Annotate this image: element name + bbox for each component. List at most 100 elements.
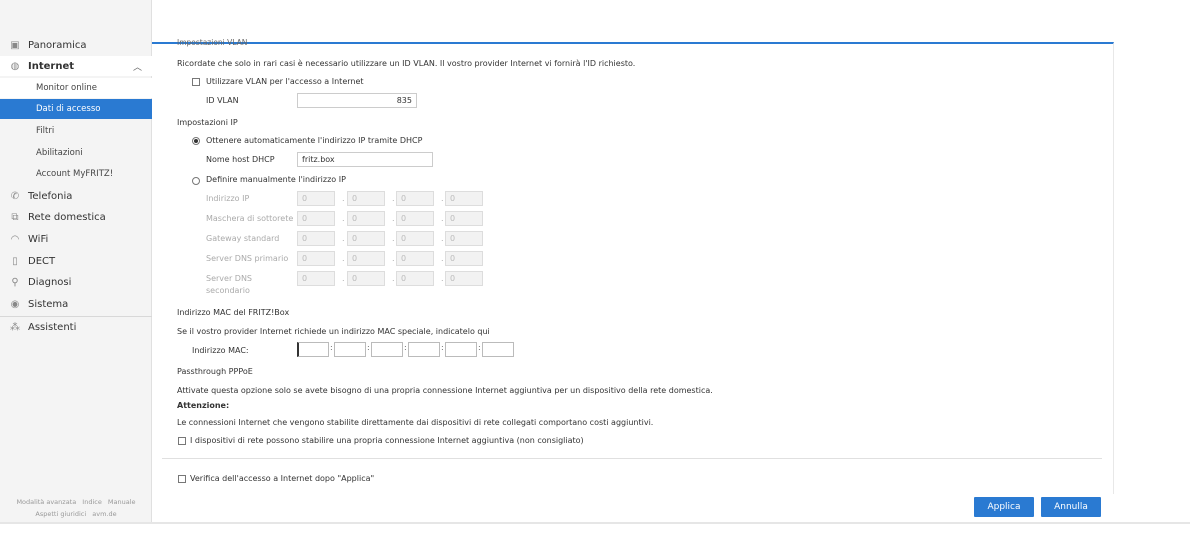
footer-link-index[interactable]: Indice — [82, 498, 102, 506]
sidebar-item-diagnosi[interactable]: ⚲ Diagnosi — [0, 272, 152, 292]
dhcp-auto-label: Ottenere automaticamente l'indirizzo IP … — [206, 136, 423, 145]
ip-row-label: Indirizzo IP — [206, 194, 250, 203]
ip-row-label: Server DNS — [206, 274, 252, 283]
footer-link-advanced[interactable]: Modalità avanzata — [16, 498, 76, 506]
sidebar-item-internet[interactable]: ◍ Internet ︿ — [0, 56, 152, 76]
octet-input[interactable]: 0 — [445, 271, 483, 286]
ip-heading: Impostazioni IP — [177, 118, 238, 127]
pppoe-checkbox-label: I dispositivi di rete possono stabilire … — [190, 436, 584, 445]
octet-input[interactable]: 0 — [297, 191, 335, 206]
sidebar-item-label: Dati di accesso — [36, 104, 101, 114]
wifi-icon: ◠ — [10, 233, 20, 245]
octet-input[interactable]: 0 — [445, 231, 483, 246]
mac-heading: Indirizzo MAC del FRITZ!Box — [177, 308, 290, 317]
mac-separator: : — [441, 343, 444, 352]
verify-checkbox[interactable] — [178, 475, 186, 483]
octet-dot: . — [392, 254, 395, 263]
pppoe-checkbox[interactable] — [178, 437, 186, 445]
octet-input[interactable]: 0 — [347, 231, 385, 246]
sidebar-item-label: Sistema — [28, 298, 69, 310]
vlan-id-input[interactable]: 835 — [297, 93, 417, 108]
globe-icon: ◍ — [10, 60, 20, 72]
apply-button[interactable]: Applica — [974, 497, 1034, 517]
octet-dot: . — [441, 234, 444, 243]
mac-octet-input[interactable] — [408, 342, 440, 357]
vlan-checkbox-label: Utilizzare VLAN per l'accesso a Internet — [206, 77, 364, 86]
mac-label: Indirizzo MAC: — [192, 346, 249, 355]
octet-input[interactable]: 0 — [347, 191, 385, 206]
sidebar-item-wifi[interactable]: ◠ WiFi — [0, 229, 152, 249]
mac-octet-input[interactable] — [482, 342, 514, 357]
octet-input[interactable]: 0 — [396, 211, 434, 226]
vlan-id-label: ID VLAN — [206, 96, 239, 105]
phone-icon: ✆ — [10, 190, 20, 202]
footer-link-site[interactable]: avm.de — [92, 510, 116, 518]
sidebar-item-label: WiFi — [28, 233, 49, 245]
mac-octet-input[interactable] — [297, 342, 329, 357]
section-divider — [162, 458, 1102, 459]
pppoe-warning-title: Attenzione: — [177, 401, 230, 410]
octet-input[interactable]: 0 — [445, 251, 483, 266]
octet-input[interactable]: 0 — [396, 231, 434, 246]
octet-input[interactable]: 0 — [347, 271, 385, 286]
octet-input[interactable]: 0 — [297, 231, 335, 246]
sidebar-footer: Modalità avanzata Indice Manuale Aspetti… — [0, 496, 152, 520]
dhcp-host-input[interactable]: fritz.box — [297, 152, 433, 167]
octet-dot: . — [441, 214, 444, 223]
mac-separator: : — [367, 343, 370, 352]
mac-octet-input[interactable] — [445, 342, 477, 357]
octet-input[interactable]: 0 — [347, 211, 385, 226]
octet-dot: . — [441, 274, 444, 283]
sidebar-item-filtri[interactable]: Filtri — [0, 121, 152, 141]
vlan-note: Ricordate che solo in rari casi è necess… — [177, 59, 636, 68]
mac-octet-input[interactable] — [371, 342, 403, 357]
content-panel: Impostazioni VLAN Ricordate che solo in … — [152, 38, 1114, 494]
vlan-checkbox[interactable] — [192, 78, 200, 86]
overview-icon: ▣ — [10, 39, 20, 51]
vlan-heading: Impostazioni VLAN — [177, 38, 248, 47]
manual-ip-label: Definire manualmente l'indirizzo IP — [206, 175, 346, 184]
sidebar-item-sistema[interactable]: ◉ Sistema — [0, 294, 152, 314]
pppoe-note: Attivate questa opzione solo se avete bi… — [177, 386, 713, 395]
sidebar-item-assistenti[interactable]: ⁂ Assistenti — [0, 317, 152, 337]
manual-ip-radio[interactable] — [192, 177, 200, 185]
verify-checkbox-label: Verifica dell'accesso a Internet dopo "A… — [190, 474, 375, 483]
mac-separator: : — [404, 343, 407, 352]
sidebar-item-monitor-online[interactable]: Monitor online — [0, 78, 152, 98]
sidebar-item-label: Account MyFRITZ! — [36, 169, 114, 179]
octet-dot: . — [392, 274, 395, 283]
sidebar-item-dati-di-accesso[interactable]: Dati di accesso — [0, 99, 152, 119]
sidebar: ▣ Panoramica ◍ Internet ︿ Monitor online… — [0, 0, 152, 524]
sidebar-item-label: Panoramica — [28, 39, 87, 51]
octet-dot: . — [441, 194, 444, 203]
sidebar-item-label: Filtri — [36, 126, 55, 136]
octet-input[interactable]: 0 — [297, 251, 335, 266]
sidebar-item-rete-domestica[interactable]: ⧉ Rete domestica — [0, 207, 152, 227]
octet-input[interactable]: 0 — [445, 191, 483, 206]
cancel-button[interactable]: Annulla — [1041, 497, 1101, 517]
mac-note: Se il vostro provider Internet richiede … — [177, 327, 490, 336]
mac-separator: : — [330, 343, 333, 352]
dhcp-auto-radio[interactable] — [192, 137, 200, 145]
sidebar-item-label: Monitor online — [36, 83, 97, 93]
sidebar-item-abilitazioni[interactable]: Abilitazioni — [0, 143, 152, 163]
sidebar-item-panoramica[interactable]: ▣ Panoramica — [0, 35, 152, 55]
octet-input[interactable]: 0 — [347, 251, 385, 266]
chevron-up-icon: ︿ — [132, 62, 142, 73]
octet-input[interactable]: 0 — [445, 211, 483, 226]
octet-input[interactable]: 0 — [297, 271, 335, 286]
system-icon: ◉ — [10, 298, 20, 310]
footer-link-legal[interactable]: Aspetti giuridici — [35, 510, 86, 518]
octet-input[interactable]: 0 — [396, 191, 434, 206]
sidebar-item-label: Telefonia — [28, 190, 73, 202]
footer-link-manual[interactable]: Manuale — [108, 498, 136, 506]
sidebar-item-telefonia[interactable]: ✆ Telefonia — [0, 186, 152, 206]
octet-input[interactable]: 0 — [297, 211, 335, 226]
octet-dot: . — [342, 274, 345, 283]
sidebar-item-dect[interactable]: ▯ DECT — [0, 251, 152, 271]
sidebar-item-account-myfritz[interactable]: Account MyFRITZ! — [0, 164, 152, 184]
octet-input[interactable]: 0 — [396, 271, 434, 286]
mac-octet-input[interactable] — [334, 342, 366, 357]
octet-input[interactable]: 0 — [396, 251, 434, 266]
bottom-border — [0, 522, 1190, 524]
